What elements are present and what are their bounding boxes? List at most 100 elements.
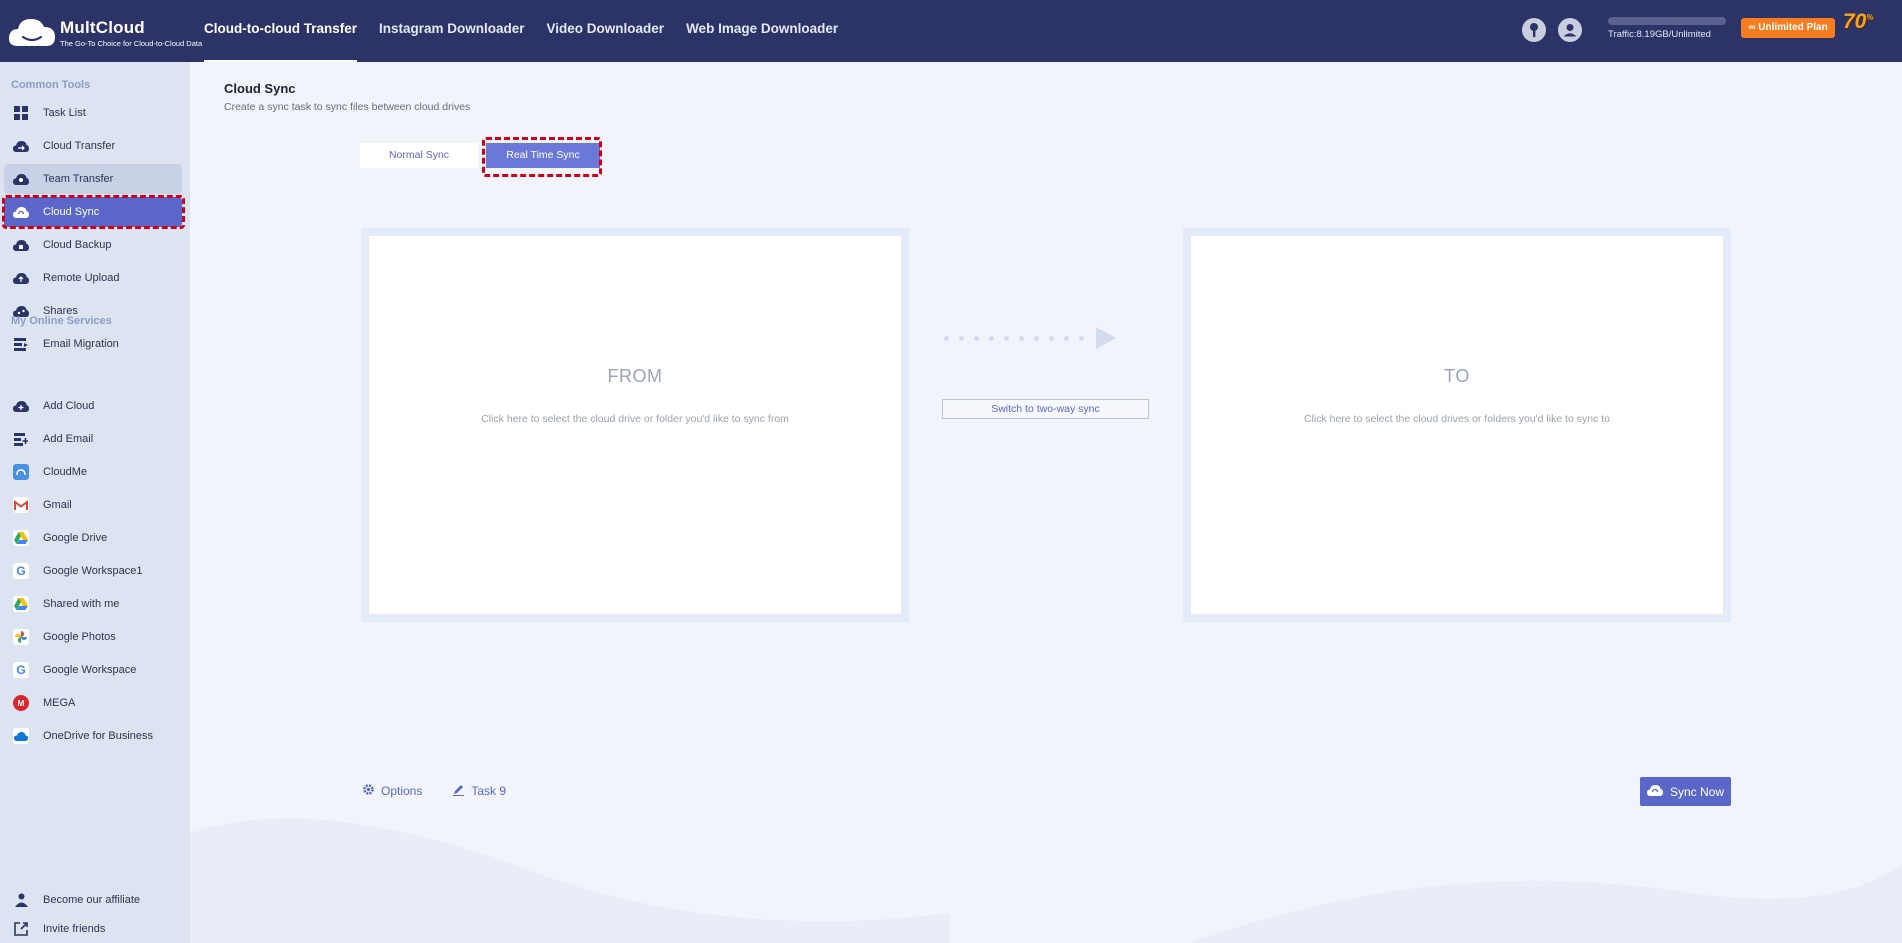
sidebar-item-label: Google Drive bbox=[43, 532, 108, 544]
sidebar-item-add-cloud[interactable]: Add Cloud bbox=[4, 391, 182, 421]
invite-icon bbox=[13, 921, 29, 937]
logo-name: MultCloud bbox=[60, 18, 145, 37]
sidebar-item-label: Cloud Sync bbox=[43, 206, 100, 218]
options-button[interactable]: Options bbox=[362, 783, 422, 799]
options-label: Options bbox=[381, 784, 423, 798]
task-name-button[interactable]: Task 9 bbox=[452, 783, 506, 799]
sync-now-label: Sync Now bbox=[1669, 784, 1725, 799]
sidebar-item-cloud-transfer[interactable]: Cloud Transfer bbox=[4, 131, 182, 161]
nav-video-downloader[interactable]: Video Downloader bbox=[547, 0, 665, 62]
direction-arrow bbox=[944, 327, 1116, 349]
traffic-usage: Traffic:8.19GB/Unlimited bbox=[1608, 29, 1711, 40]
sidebar-item-label: MEGA bbox=[43, 697, 76, 709]
sidebar-item-label: Add Email bbox=[43, 433, 94, 445]
from-title: FROM bbox=[607, 366, 663, 386]
nav-instagram-downloader[interactable]: Instagram Downloader bbox=[379, 0, 525, 62]
sidebar-item-label: Email Migration bbox=[43, 338, 119, 350]
sync-now-button[interactable]: Sync Now bbox=[1640, 777, 1731, 806]
nav-cloud-to-cloud-transfer[interactable]: Cloud-to-cloud Transfer bbox=[204, 0, 357, 62]
tab-real-time-sync[interactable]: Real Time Sync bbox=[486, 143, 600, 168]
to-hint: Click here to select the cloud drives or… bbox=[1303, 413, 1611, 425]
from-hint: Click here to select the cloud drive or … bbox=[481, 413, 789, 425]
common-tools-heading: Common Tools bbox=[11, 79, 91, 91]
sidebar-item-cloud-backup[interactable]: Cloud Backup bbox=[4, 230, 182, 260]
sidebar-item-label: Google Workspace1 bbox=[43, 565, 143, 577]
user-avatar-icon[interactable] bbox=[1558, 18, 1582, 42]
sidebar-item-mega[interactable]: M MEGA bbox=[4, 688, 182, 718]
sidebar-item-add-email[interactable]: Add Email bbox=[4, 424, 182, 454]
switch-two-way-sync-button[interactable]: Switch to two-way sync bbox=[942, 399, 1149, 419]
sidebar-item-become-affiliate[interactable]: Become our affiliate bbox=[4, 885, 182, 915]
traffic-progress-bar bbox=[1608, 17, 1726, 25]
sidebar-item-label: Become our affiliate bbox=[43, 894, 141, 906]
cloud-logo-icon bbox=[8, 19, 55, 46]
promo-suffix: % bbox=[1866, 13, 1874, 22]
arrow-right-icon bbox=[1096, 327, 1116, 349]
my-online-services-heading: My Online Services bbox=[11, 315, 112, 327]
to-panel: TO Click here to select the cloud drives… bbox=[1183, 228, 1731, 622]
sidebar-item-shared-with-me[interactable]: Shared with me bbox=[4, 589, 182, 619]
affiliate-icon bbox=[13, 892, 29, 908]
onedrive-icon bbox=[13, 728, 29, 744]
plan-label: Unlimited Plan bbox=[1758, 22, 1828, 33]
from-select-area[interactable]: FROM Click here to select the cloud driv… bbox=[369, 236, 901, 614]
mega-icon: M bbox=[13, 695, 29, 711]
to-select-area[interactable]: TO Click here to select the cloud drives… bbox=[1191, 236, 1723, 614]
sidebar-item-label: OneDrive for Business bbox=[43, 730, 154, 742]
google-workspace-icon: G bbox=[13, 563, 29, 579]
logo-tagline: The Go-To Choice for Cloud-to-Cloud Data bbox=[60, 39, 203, 48]
help-key-icon[interactable] bbox=[1522, 18, 1546, 42]
cloud-backup-icon bbox=[13, 237, 29, 253]
sidebar-item-label: Google Photos bbox=[43, 631, 116, 643]
sidebar-item-google-workspace[interactable]: G Google Workspace bbox=[4, 655, 182, 685]
add-cloud-icon bbox=[13, 398, 29, 414]
page-title: Cloud Sync bbox=[224, 81, 296, 96]
multcloud-logo[interactable]: MultCloud The Go-To Choice for Cloud-to-… bbox=[8, 14, 202, 50]
team-transfer-icon bbox=[13, 171, 29, 187]
cloud-transfer-icon bbox=[13, 138, 29, 154]
sidebar-item-google-photos[interactable]: Google Photos bbox=[4, 622, 182, 652]
top-bar: MultCloud The Go-To Choice for Cloud-to-… bbox=[0, 0, 1902, 62]
sidebar-item-label: Task List bbox=[43, 107, 86, 119]
to-title: TO bbox=[1444, 366, 1470, 386]
page-subtitle: Create a sync task to sync files between… bbox=[224, 101, 471, 113]
email-migration-icon bbox=[13, 336, 29, 352]
sidebar-item-invite-friends[interactable]: Invite friends bbox=[4, 914, 182, 943]
gear-icon bbox=[362, 783, 375, 799]
add-email-icon bbox=[13, 431, 29, 447]
sidebar-item-label: Google Workspace bbox=[43, 664, 137, 676]
unlimited-plan-button[interactable]: ∞ Unlimited Plan bbox=[1741, 18, 1835, 38]
tab-normal-sync[interactable]: Normal Sync bbox=[360, 143, 478, 168]
background-wave bbox=[190, 818, 1902, 943]
from-panel: FROM Click here to select the cloud driv… bbox=[361, 228, 909, 622]
remote-upload-icon bbox=[13, 270, 29, 286]
google-photos-icon bbox=[13, 629, 29, 645]
sidebar-item-gmail[interactable]: Gmail bbox=[4, 490, 182, 520]
sidebar-item-remote-upload[interactable]: Remote Upload bbox=[4, 263, 182, 293]
sync-mode-tabs: Normal Sync Real Time Sync bbox=[360, 143, 600, 168]
sidebar-item-label: CloudMe bbox=[43, 466, 88, 478]
sidebar-item-label: Gmail bbox=[43, 499, 72, 511]
task-options-row: Options Task 9 bbox=[362, 783, 536, 799]
nav-web-image-downloader[interactable]: Web Image Downloader bbox=[686, 0, 838, 62]
grid-icon bbox=[13, 105, 29, 121]
sidebar-item-task-list[interactable]: Task List bbox=[4, 98, 182, 128]
sidebar-item-cloudme[interactable]: CloudMe bbox=[4, 457, 182, 487]
top-nav: Cloud-to-cloud Transfer Instagram Downlo… bbox=[204, 0, 860, 62]
cloud-sync-icon bbox=[1646, 784, 1663, 799]
google-drive-icon bbox=[13, 530, 29, 546]
sidebar-item-google-drive[interactable]: Google Drive bbox=[4, 523, 182, 553]
cloudme-icon bbox=[13, 464, 29, 480]
sidebar-item-email-migration[interactable]: Email Migration bbox=[4, 329, 182, 359]
sidebar-item-team-transfer[interactable]: Team Transfer bbox=[4, 164, 182, 194]
promo-badge[interactable]: 70% bbox=[1843, 10, 1879, 40]
task-name-label: Task 9 bbox=[471, 784, 507, 798]
sidebar-item-google-workspace1[interactable]: G Google Workspace1 bbox=[4, 556, 182, 586]
sidebar-item-label: Cloud Backup bbox=[43, 239, 112, 251]
sidebar-item-onedrive-for-business[interactable]: OneDrive for Business bbox=[4, 721, 182, 751]
sidebar-item-label: Cloud Transfer bbox=[43, 140, 116, 152]
sidebar-item-label: Invite friends bbox=[43, 923, 106, 935]
sidebar: Common Tools Task List Cloud Transfer Te… bbox=[0, 62, 190, 943]
sidebar-item-label: Team Transfer bbox=[43, 173, 114, 185]
sidebar-item-cloud-sync[interactable]: Cloud Sync bbox=[4, 197, 182, 227]
